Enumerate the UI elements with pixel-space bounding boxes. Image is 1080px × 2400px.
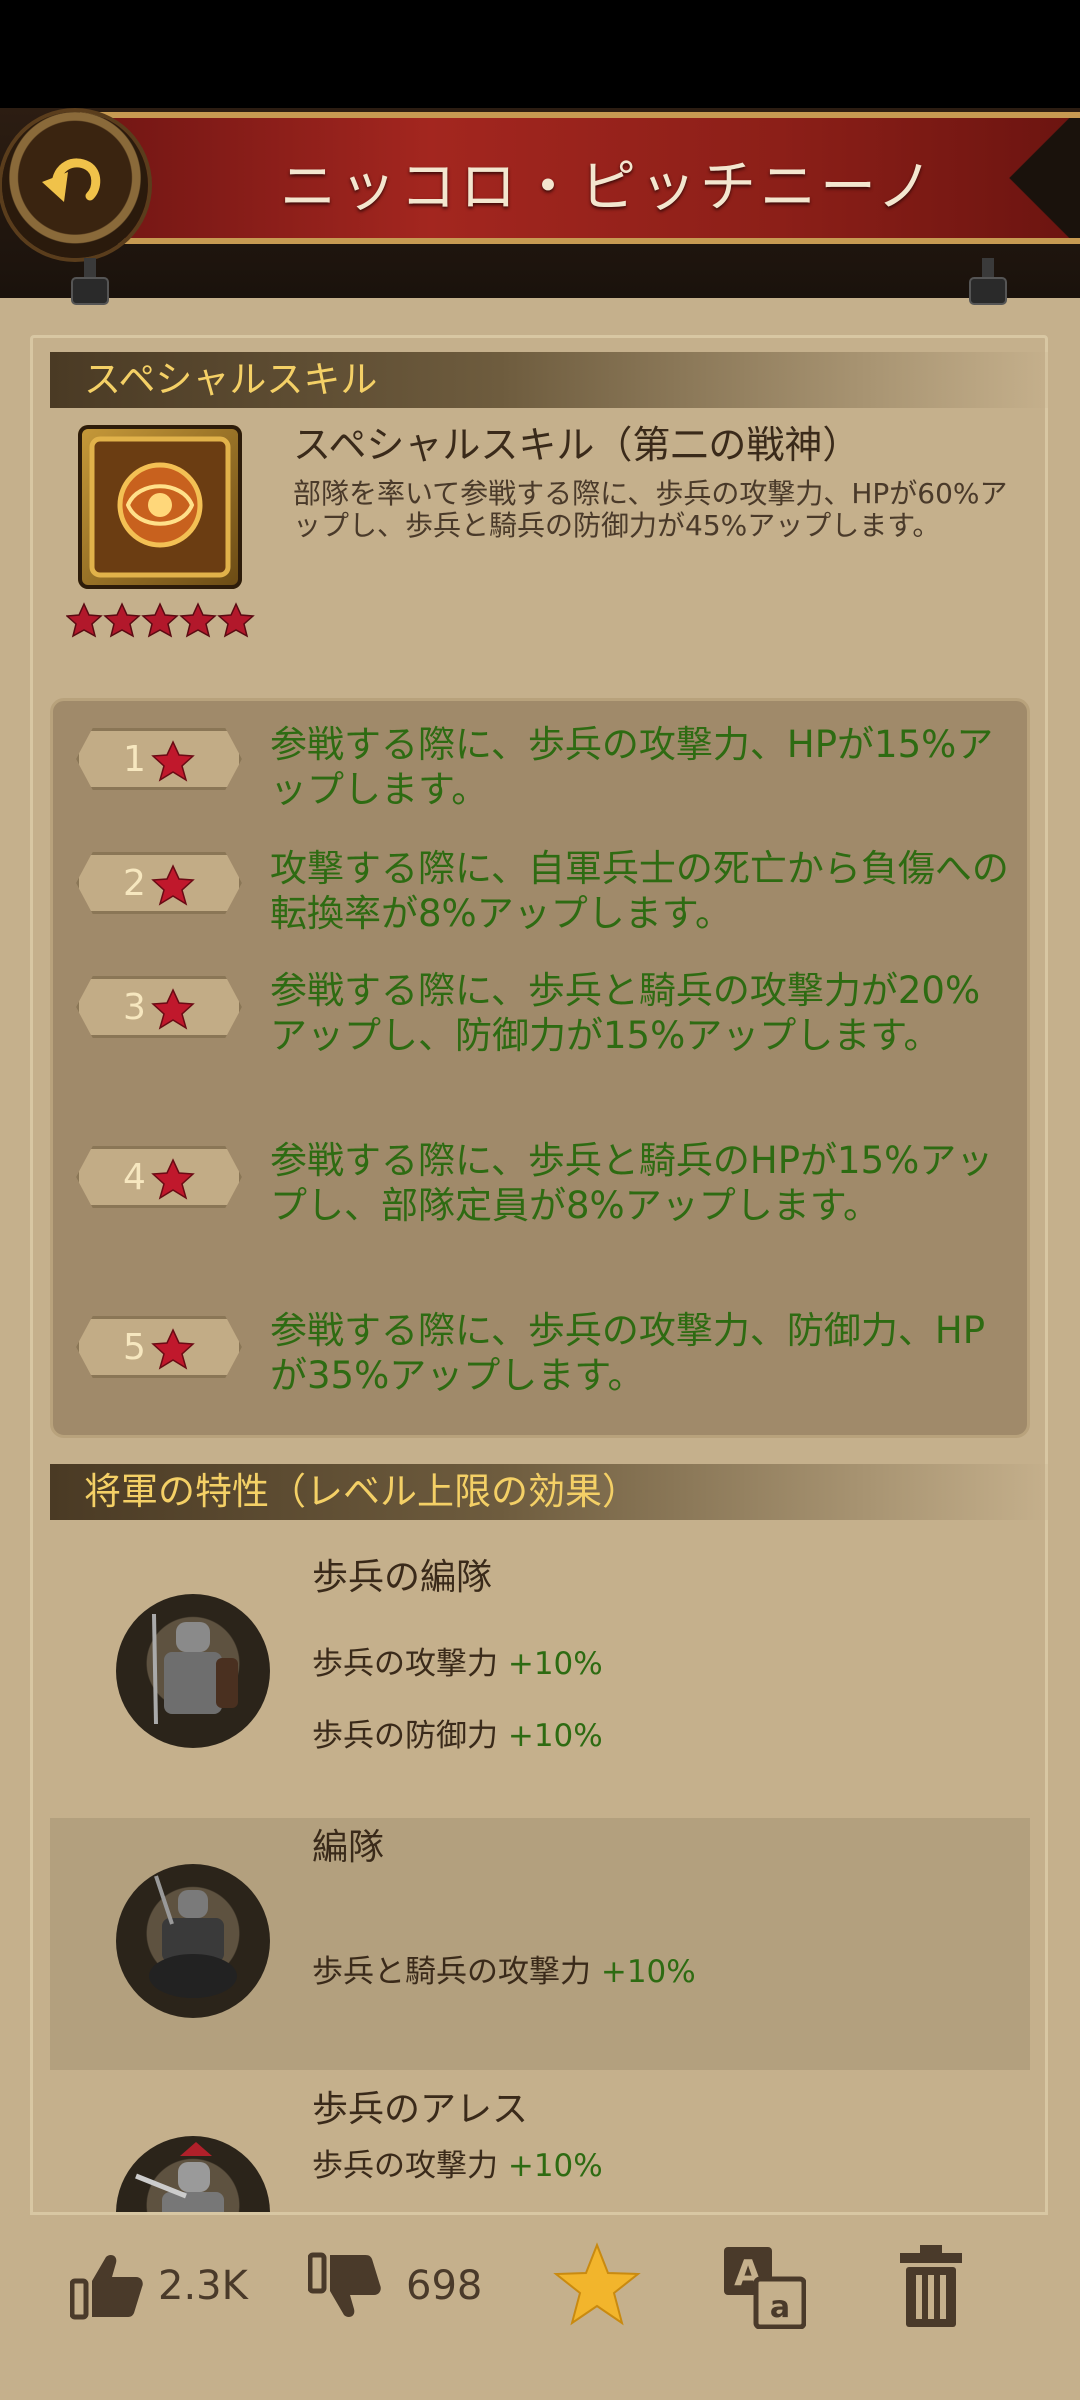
back-button[interactable] (2, 112, 148, 258)
section-header-special-skill: スペシャルスキル (50, 352, 1050, 408)
level-badge-5: 5 (76, 1316, 242, 1378)
section-title: スペシャルスキル (84, 358, 378, 401)
skill-emblem-icon (89, 436, 231, 578)
page-title: ニッコロ・ピッチニーノ (280, 155, 937, 220)
level-badge-1: 1 (76, 728, 242, 790)
skill-rating-stars (66, 602, 255, 638)
trait-avatar (116, 2136, 270, 2212)
trait-avatar (116, 1864, 270, 2018)
level-badge-3: 3 (76, 976, 242, 1038)
level-badge-4: 4 (76, 1146, 242, 1208)
trait-effect: 歩兵と騎兵の攻撃力 +10% (312, 1952, 696, 1992)
level-text-1: 参戦する際に、歩兵の攻撃力、HPが15%アップします。 (270, 723, 994, 811)
infantry-soldier-icon (152, 1613, 238, 1725)
bottom-action-bar: 2.3K 698 A a (30, 2212, 1048, 2357)
level-text-3: 参戦する際に、歩兵と騎兵の攻撃力が20%アップし、防御力が15%アップします。 (270, 969, 981, 1057)
trait-row-1: 歩兵の編隊 歩兵の攻撃力 +10% 歩兵の防御力 +10% (50, 1536, 1030, 1806)
section-title: 将軍の特性（レベル上限の効果） (84, 1470, 639, 1513)
banner-notch (1000, 118, 1080, 238)
trait-effect-value: +10% (600, 1954, 696, 1990)
red-star-icon (151, 1158, 195, 1200)
trait-effect-value: +10% (507, 1718, 603, 1754)
translate-icon: A a (724, 2247, 807, 2330)
red-star-icon (151, 740, 195, 782)
back-arrow-icon (42, 158, 101, 202)
trait-effect-label: 歩兵の攻撃力 (312, 1646, 498, 1682)
trait-effect: 歩兵の防御力 +10% (312, 1716, 603, 1756)
trait-effect-value: +10% (507, 2148, 603, 2184)
ares-soldier-icon (135, 2142, 224, 2212)
star-icon (553, 2242, 641, 2326)
level-text-2: 攻撃する際に、自軍兵士の死亡から負傷への転換率が8%アップします。 (270, 847, 1009, 935)
dislike-count: 698 (406, 2263, 483, 2309)
delete-button[interactable] (896, 2243, 966, 2329)
title-banner: ニッコロ・ピッチニーノ (80, 112, 1080, 244)
trait-name: 歩兵の編隊 (312, 1557, 493, 1598)
level-badge-2: 2 (76, 852, 242, 914)
favorite-button[interactable] (552, 2241, 642, 2331)
like-button[interactable]: 2.3K (69, 2251, 250, 2321)
trait-effect-label: 歩兵の攻撃力 (312, 2148, 498, 2184)
red-star-icon (151, 864, 195, 906)
header-bar: ニッコロ・ピッチニーノ (0, 108, 1080, 305)
red-star-icon (151, 1328, 195, 1370)
level-number: 5 (123, 1327, 146, 1368)
trait-name: 編隊 (312, 1827, 385, 1868)
level-number: 2 (123, 863, 146, 904)
level-text-5: 参戦する際に、歩兵の攻撃力、防御力、HPが35%アップします。 (270, 1309, 986, 1397)
trait-effect: 歩兵の攻撃力 +10% (312, 1644, 603, 1684)
trash-icon (900, 2245, 962, 2327)
trait-effect: 歩兵の攻撃力 +10% (312, 2146, 603, 2186)
section-header-traits: 将軍の特性（レベル上限の効果） (50, 1464, 1050, 1520)
trait-effect-label: 歩兵の防御力 (312, 1718, 498, 1754)
thumbs-down-icon (307, 2252, 381, 2317)
thumbs-up-icon (69, 2255, 143, 2320)
svg-text:a: a (770, 2290, 790, 2325)
like-count: 2.3K (158, 2263, 248, 2309)
level-text-4: 参戦する際に、歩兵と騎兵のHPが15%アップし、部隊定員が8%アップします。 (270, 1139, 994, 1227)
skill-book-icon (78, 425, 242, 589)
cavalry-knight-icon (149, 1875, 237, 1998)
dislike-button[interactable]: 698 (307, 2251, 498, 2321)
hanger-right (969, 258, 1007, 305)
level-number: 1 (123, 739, 146, 780)
level-number: 4 (123, 1157, 146, 1198)
translate-button[interactable]: A a (722, 2245, 807, 2330)
trait-effect-value: +10% (507, 1646, 603, 1682)
trait-row-3: 歩兵のアレス 歩兵の攻撃力 +10% (50, 2084, 1030, 2212)
skill-name: スペシャルスキル（第二の戦神） (293, 423, 861, 467)
level-number: 3 (123, 987, 146, 1028)
hanger-left (71, 258, 109, 305)
status-bar (0, 0, 1080, 108)
red-star-icon (151, 988, 195, 1030)
trait-name: 歩兵のアレス (312, 2089, 529, 2130)
trait-effect-label: 歩兵と騎兵の攻撃力 (312, 1954, 591, 1990)
skill-description: 部隊を率いて参戦する際に、歩兵の攻撃力、HPが60%アップし、歩兵と騎兵の防御力… (293, 477, 1008, 542)
trait-avatar (116, 1594, 270, 1748)
trait-row-2: 編隊 歩兵と騎兵の攻撃力 +10% (50, 1818, 1030, 2070)
